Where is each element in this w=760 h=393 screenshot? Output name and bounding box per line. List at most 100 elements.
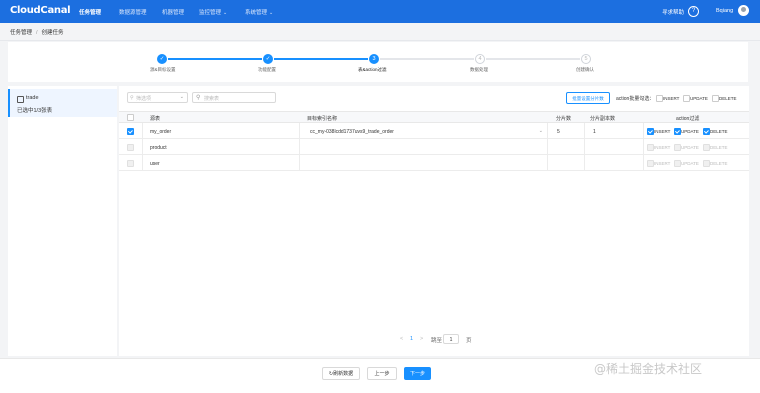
help-link[interactable]: 寻求帮助 bbox=[662, 8, 684, 16]
nav-item-machine[interactable]: 机器管理 bbox=[162, 8, 184, 16]
breadcrumb-parent[interactable]: 任务管理 bbox=[10, 30, 32, 36]
divider bbox=[0, 40, 760, 41]
next-step-button[interactable]: 下一步 bbox=[404, 367, 431, 380]
step-2-check-icon: ✓ bbox=[263, 54, 273, 64]
filter-icon: ⚲ bbox=[130, 95, 134, 101]
step-4-indicator: 4 bbox=[475, 54, 485, 64]
goto-suffix: 页 bbox=[466, 338, 472, 344]
database-item-trade[interactable]: trade 已选中1/3张表 bbox=[8, 89, 117, 117]
nav-item-system-label: 系统管理 bbox=[245, 10, 268, 16]
database-list: trade 已选中1/3张表 bbox=[8, 86, 117, 356]
step-2-label: 功能配置 bbox=[258, 67, 276, 72]
column-divider bbox=[547, 123, 548, 171]
table-search-input[interactable]: ⚲ 搜索表 bbox=[192, 92, 276, 103]
insert-checkbox[interactable] bbox=[647, 144, 654, 151]
database-name: trade bbox=[26, 95, 39, 101]
prev-page-icon[interactable]: < bbox=[400, 336, 403, 342]
header-action-filter: action过滤 bbox=[676, 116, 700, 122]
search-placeholder: 搜索表 bbox=[204, 96, 220, 102]
step-connector bbox=[274, 58, 368, 60]
row-checkbox[interactable] bbox=[127, 128, 134, 135]
header-source-table: 源表 bbox=[150, 116, 161, 122]
replicas-input[interactable]: 1 bbox=[593, 129, 596, 135]
target-index-value: cc_my-038lcdd1737uvs9_trade_order bbox=[310, 129, 394, 135]
update-label: UPDATE bbox=[681, 145, 699, 150]
step-1-check-icon: ✓ bbox=[157, 54, 167, 64]
batch-update-label: UPDATE bbox=[690, 96, 708, 101]
chevron-down-icon: ⌄ bbox=[538, 128, 543, 134]
batch-set-shards-button[interactable]: 批量设置分片数 bbox=[566, 92, 610, 104]
top-nav-bar: CloudCanal 任务管理 数据源管理 机器管理 监控管理 ⌄ 系统管理 ⌄ 寻… bbox=[0, 0, 760, 23]
delete-checkbox[interactable] bbox=[703, 144, 710, 151]
insert-label: INSERT bbox=[654, 145, 671, 150]
row-checkbox[interactable] bbox=[127, 160, 134, 167]
avatar[interactable] bbox=[738, 5, 749, 16]
column-divider bbox=[584, 123, 585, 171]
search-icon: ⚲ bbox=[196, 95, 201, 101]
page-number[interactable]: 1 bbox=[410, 336, 413, 342]
header-replicas: 分片副本数 bbox=[590, 116, 616, 122]
column-divider bbox=[299, 123, 300, 171]
selected-table-count: 已选中1/3张表 bbox=[17, 108, 53, 114]
step-connector bbox=[380, 58, 474, 60]
source-table-name: user bbox=[150, 161, 160, 167]
prev-step-button[interactable]: 上一步 bbox=[367, 367, 397, 380]
update-checkbox[interactable] bbox=[674, 144, 681, 151]
select-all-checkbox[interactable] bbox=[127, 114, 134, 121]
step-1-label: 源&目标设置 bbox=[150, 67, 176, 72]
delete-checkbox[interactable] bbox=[703, 160, 710, 167]
header-shards: 分片数 bbox=[556, 116, 572, 122]
chevron-down-icon: ⌄ bbox=[179, 94, 184, 100]
step-4-label: 数据处理 bbox=[470, 67, 488, 72]
step-connector bbox=[486, 58, 580, 60]
column-divider bbox=[142, 123, 143, 171]
breadcrumb-current: 创建任务 bbox=[41, 30, 64, 36]
insert-checkbox[interactable] bbox=[647, 128, 654, 135]
update-label: UPDATE bbox=[681, 129, 699, 134]
delete-label: DELETE bbox=[710, 161, 728, 166]
step-3-label: 表&action过滤 bbox=[358, 67, 387, 72]
batch-delete-label: DELETE bbox=[719, 96, 737, 101]
step-5-label: 创建确认 bbox=[576, 67, 594, 72]
nav-item-task-manage[interactable]: 任务管理 bbox=[79, 8, 101, 16]
help-icon[interactable]: ? bbox=[688, 6, 699, 17]
update-label: UPDATE bbox=[681, 161, 699, 166]
goto-prefix: 跳至 bbox=[431, 338, 443, 344]
batch-action-label: action批量勾选： bbox=[616, 96, 655, 102]
batch-insert-label: INSERT bbox=[663, 96, 680, 101]
column-divider bbox=[643, 123, 644, 171]
insert-label: INSERT bbox=[654, 161, 671, 166]
step-3-indicator: 3 bbox=[369, 54, 379, 64]
update-checkbox[interactable] bbox=[674, 128, 681, 135]
update-checkbox[interactable] bbox=[674, 160, 681, 167]
header-target-index: 目标索引名称 bbox=[307, 116, 338, 122]
nav-item-datasource[interactable]: 数据源管理 bbox=[119, 8, 147, 16]
next-page-icon[interactable]: > bbox=[420, 336, 423, 342]
chevron-down-icon: ⌄ bbox=[223, 10, 228, 16]
batch-delete-checkbox[interactable] bbox=[712, 95, 719, 102]
delete-label: DELETE bbox=[710, 145, 728, 150]
insert-label: INSERT bbox=[654, 129, 671, 134]
nav-item-system[interactable]: 系统管理 ⌄ bbox=[245, 8, 273, 16]
app-logo[interactable]: CloudCanal bbox=[10, 5, 71, 16]
shards-input[interactable]: 5 bbox=[557, 129, 560, 135]
batch-update-checkbox[interactable] bbox=[683, 95, 690, 102]
batch-insert-checkbox[interactable] bbox=[656, 95, 663, 102]
filter-select[interactable]: ⚲ 筛选项 ⌄ bbox=[127, 92, 188, 103]
refresh-label: 刷新数据 bbox=[333, 371, 354, 377]
insert-checkbox[interactable] bbox=[647, 160, 654, 167]
step-5-indicator: 5 bbox=[581, 54, 591, 64]
breadcrumb: 任务管理 / 创建任务 bbox=[10, 28, 64, 36]
goto-page-input[interactable]: 1 bbox=[443, 334, 459, 344]
database-icon bbox=[17, 96, 24, 103]
username[interactable]: Bqiang bbox=[716, 8, 733, 14]
row-checkbox[interactable] bbox=[127, 144, 134, 151]
refresh-data-button[interactable]: ↻刷新数据 bbox=[322, 367, 360, 380]
delete-checkbox[interactable] bbox=[703, 128, 710, 135]
nav-item-monitor[interactable]: 监控管理 ⌄ bbox=[199, 8, 227, 16]
target-index-select[interactable]: cc_my-038lcdd1737uvs9_trade_order ⌄ bbox=[301, 127, 546, 138]
nav-item-monitor-label: 监控管理 bbox=[199, 10, 222, 16]
delete-label: DELETE bbox=[710, 129, 728, 134]
filter-placeholder: 筛选项 bbox=[136, 96, 152, 102]
chevron-down-icon: ⌄ bbox=[269, 10, 274, 16]
